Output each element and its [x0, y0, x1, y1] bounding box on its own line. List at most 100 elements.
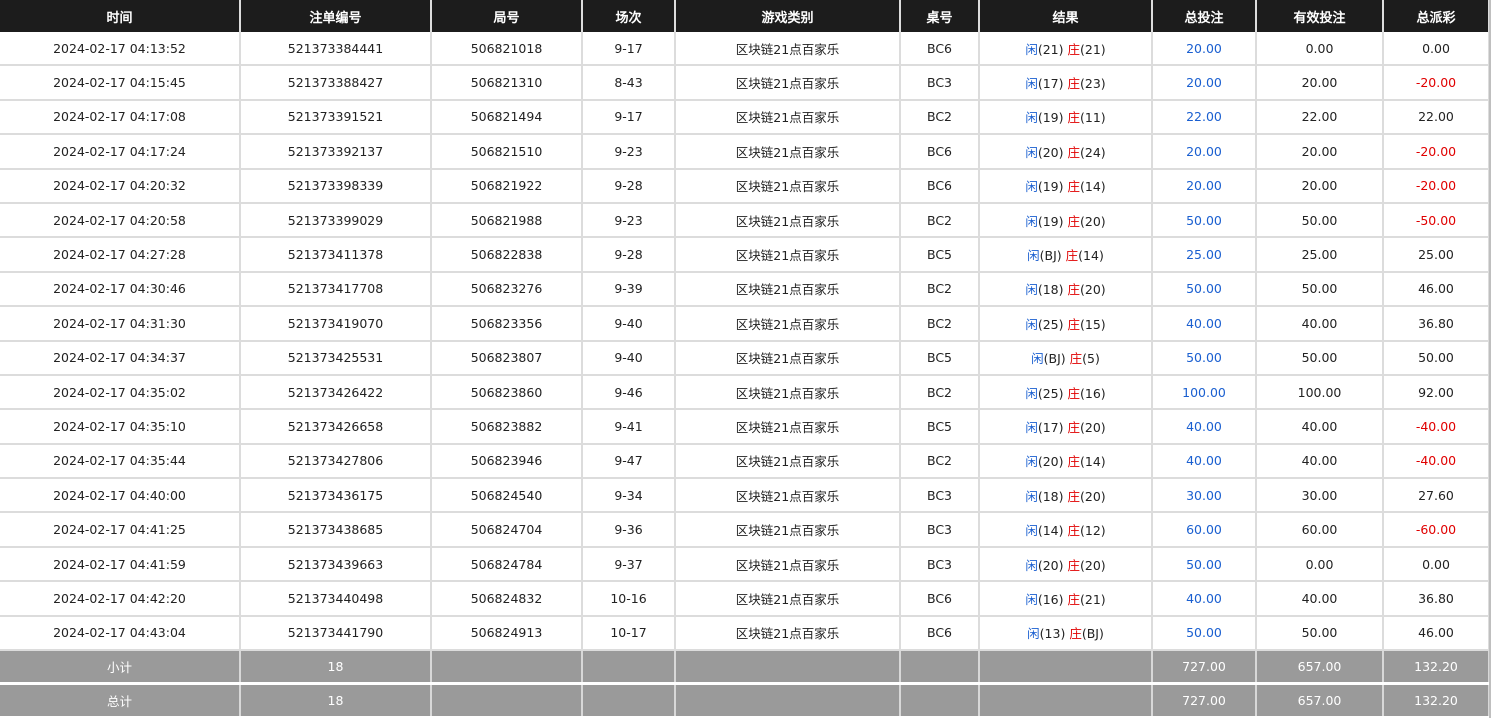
cell-game-type: 区块链21点百家乐: [675, 32, 901, 67]
subtotal-count: 18: [240, 650, 432, 686]
table-row: 2024-02-17 04:15:45 521373388427 506821310…: [0, 65, 1490, 101]
cell-round-number: 506821510: [431, 134, 583, 170]
cell-round-number: 506823356: [431, 306, 583, 342]
table-row: 2024-02-17 04:42:20 521373440498 506824832…: [0, 581, 1490, 617]
cell-valid-bet: 20.00: [1256, 168, 1384, 204]
cell-total-bet: 60.00: [1152, 512, 1257, 548]
cell-payout: 22.00: [1383, 99, 1490, 136]
cell-round-number: 506821494: [431, 99, 583, 136]
cell-game-number: 9-36: [582, 512, 676, 548]
cell-order-number: 521373411378: [240, 237, 432, 273]
cell-time: 2024-02-17 04:13:52: [0, 32, 241, 67]
banker-score: (14): [1080, 454, 1106, 470]
player-score: (17): [1037, 76, 1064, 92]
player-label: 闲: [1025, 213, 1038, 229]
player-label: 闲: [1025, 110, 1038, 126]
banker-score: (20): [1080, 282, 1106, 298]
cell-total-bet: 20.00: [1152, 32, 1257, 67]
cell-payout: -60.00: [1383, 512, 1490, 548]
cell-table: BC2: [900, 202, 980, 239]
table-row: 2024-02-17 04:35:44 521373427806 506823946…: [0, 443, 1490, 480]
cell-result: 闲(25) 庄(15): [979, 306, 1153, 342]
cell-game-number: 9-37: [582, 546, 676, 583]
cell-table: BC3: [900, 478, 980, 514]
player-score: (25): [1037, 385, 1064, 401]
cell-order-number: 521373441790: [240, 615, 432, 652]
cell-valid-bet: 22.00: [1256, 99, 1384, 136]
cell-time: 2024-02-17 04:15:45: [0, 65, 241, 101]
cell-order-number: 521373440498: [240, 581, 432, 617]
player-score: (BJ): [1039, 248, 1062, 264]
cell-valid-bet: 0.00: [1256, 32, 1384, 67]
cell-result: 闲(18) 庄(20): [979, 478, 1153, 514]
player-score: (21): [1037, 41, 1064, 57]
cell-valid-bet: 50.00: [1256, 340, 1384, 376]
banker-label: 庄: [1067, 557, 1080, 573]
cell-table: BC6: [900, 32, 980, 67]
cell-game-number: 9-39: [582, 271, 676, 308]
cell-game-number: 9-28: [582, 237, 676, 273]
cell-total-bet: 40.00: [1152, 581, 1257, 617]
header-order-number: 注单编号: [240, 0, 432, 32]
table-row: 2024-02-17 04:41:59 521373439663 506824784…: [0, 546, 1490, 583]
cell-order-number: 521373399029: [240, 202, 432, 239]
cell-time: 2024-02-17 04:20:58: [0, 202, 241, 239]
cell-round-number: 506821018: [431, 32, 583, 67]
cell-game-number: 9-46: [582, 374, 676, 411]
cell-round-number: 506821310: [431, 65, 583, 101]
banker-label: 庄: [1067, 213, 1080, 229]
header-valid-bet: 有效投注: [1256, 0, 1384, 32]
cell-table: BC2: [900, 306, 980, 342]
cell-valid-bet: 40.00: [1256, 581, 1384, 617]
player-label: 闲: [1025, 419, 1038, 435]
cell-total-bet: 40.00: [1152, 306, 1257, 342]
cell-game-type: 区块链21点百家乐: [675, 374, 901, 411]
banker-score: (16): [1080, 385, 1106, 401]
banker-label: 庄: [1067, 488, 1080, 504]
cell-result: 闲(19) 庄(11): [979, 99, 1153, 136]
player-score: (16): [1037, 591, 1064, 607]
bet-records-table: 时间 注单编号 局号 场次 游戏类别 桌号 结果 总投注 有效投注 总派彩 20…: [0, 0, 1490, 719]
header-time: 时间: [0, 0, 241, 32]
cell-game-number: 9-23: [582, 202, 676, 239]
player-label: 闲: [1025, 316, 1038, 332]
banker-score: (20): [1080, 213, 1106, 229]
cell-valid-bet: 30.00: [1256, 478, 1384, 514]
grand-total-count: 18: [240, 683, 432, 719]
cell-valid-bet: 50.00: [1256, 202, 1384, 239]
grand-total-row: 总计 18 727.00 657.00 132.20: [0, 683, 1490, 719]
player-label: 闲: [1025, 179, 1038, 195]
cell-result: 闲(17) 庄(23): [979, 65, 1153, 101]
cell-valid-bet: 20.00: [1256, 65, 1384, 101]
cell-payout: 46.00: [1383, 615, 1490, 652]
banker-label: 庄: [1067, 144, 1080, 160]
banker-label: 庄: [1067, 454, 1080, 470]
cell-result: 闲(16) 庄(21): [979, 581, 1153, 617]
cell-order-number: 521373384441: [240, 32, 432, 67]
empty-cell: [900, 683, 980, 719]
cell-game-number: 9-28: [582, 168, 676, 204]
cell-result: 闲(20) 庄(24): [979, 134, 1153, 170]
grand-total-label: 总计: [0, 683, 241, 719]
cell-game-type: 区块链21点百家乐: [675, 443, 901, 480]
cell-payout: 92.00: [1383, 374, 1490, 411]
cell-valid-bet: 40.00: [1256, 409, 1384, 445]
banker-score: (24): [1080, 144, 1106, 160]
cell-total-bet: 22.00: [1152, 99, 1257, 136]
banker-score: (14): [1080, 179, 1106, 195]
player-label: 闲: [1025, 557, 1038, 573]
cell-payout: -40.00: [1383, 409, 1490, 445]
cell-table: BC6: [900, 168, 980, 204]
player-label: 闲: [1025, 144, 1038, 160]
cell-total-bet: 50.00: [1152, 546, 1257, 583]
cell-total-bet: 40.00: [1152, 409, 1257, 445]
table-row: 2024-02-17 04:43:04 521373441790 506824913…: [0, 615, 1490, 652]
empty-cell: [431, 683, 583, 719]
cell-order-number: 521373426658: [240, 409, 432, 445]
cell-game-type: 区块链21点百家乐: [675, 134, 901, 170]
table-row: 2024-02-17 04:30:46 521373417708 506823276…: [0, 271, 1490, 308]
cell-payout: -20.00: [1383, 65, 1490, 101]
cell-round-number: 506824832: [431, 581, 583, 617]
cell-table: BC3: [900, 512, 980, 548]
subtotal-payout: 132.20: [1383, 650, 1490, 686]
